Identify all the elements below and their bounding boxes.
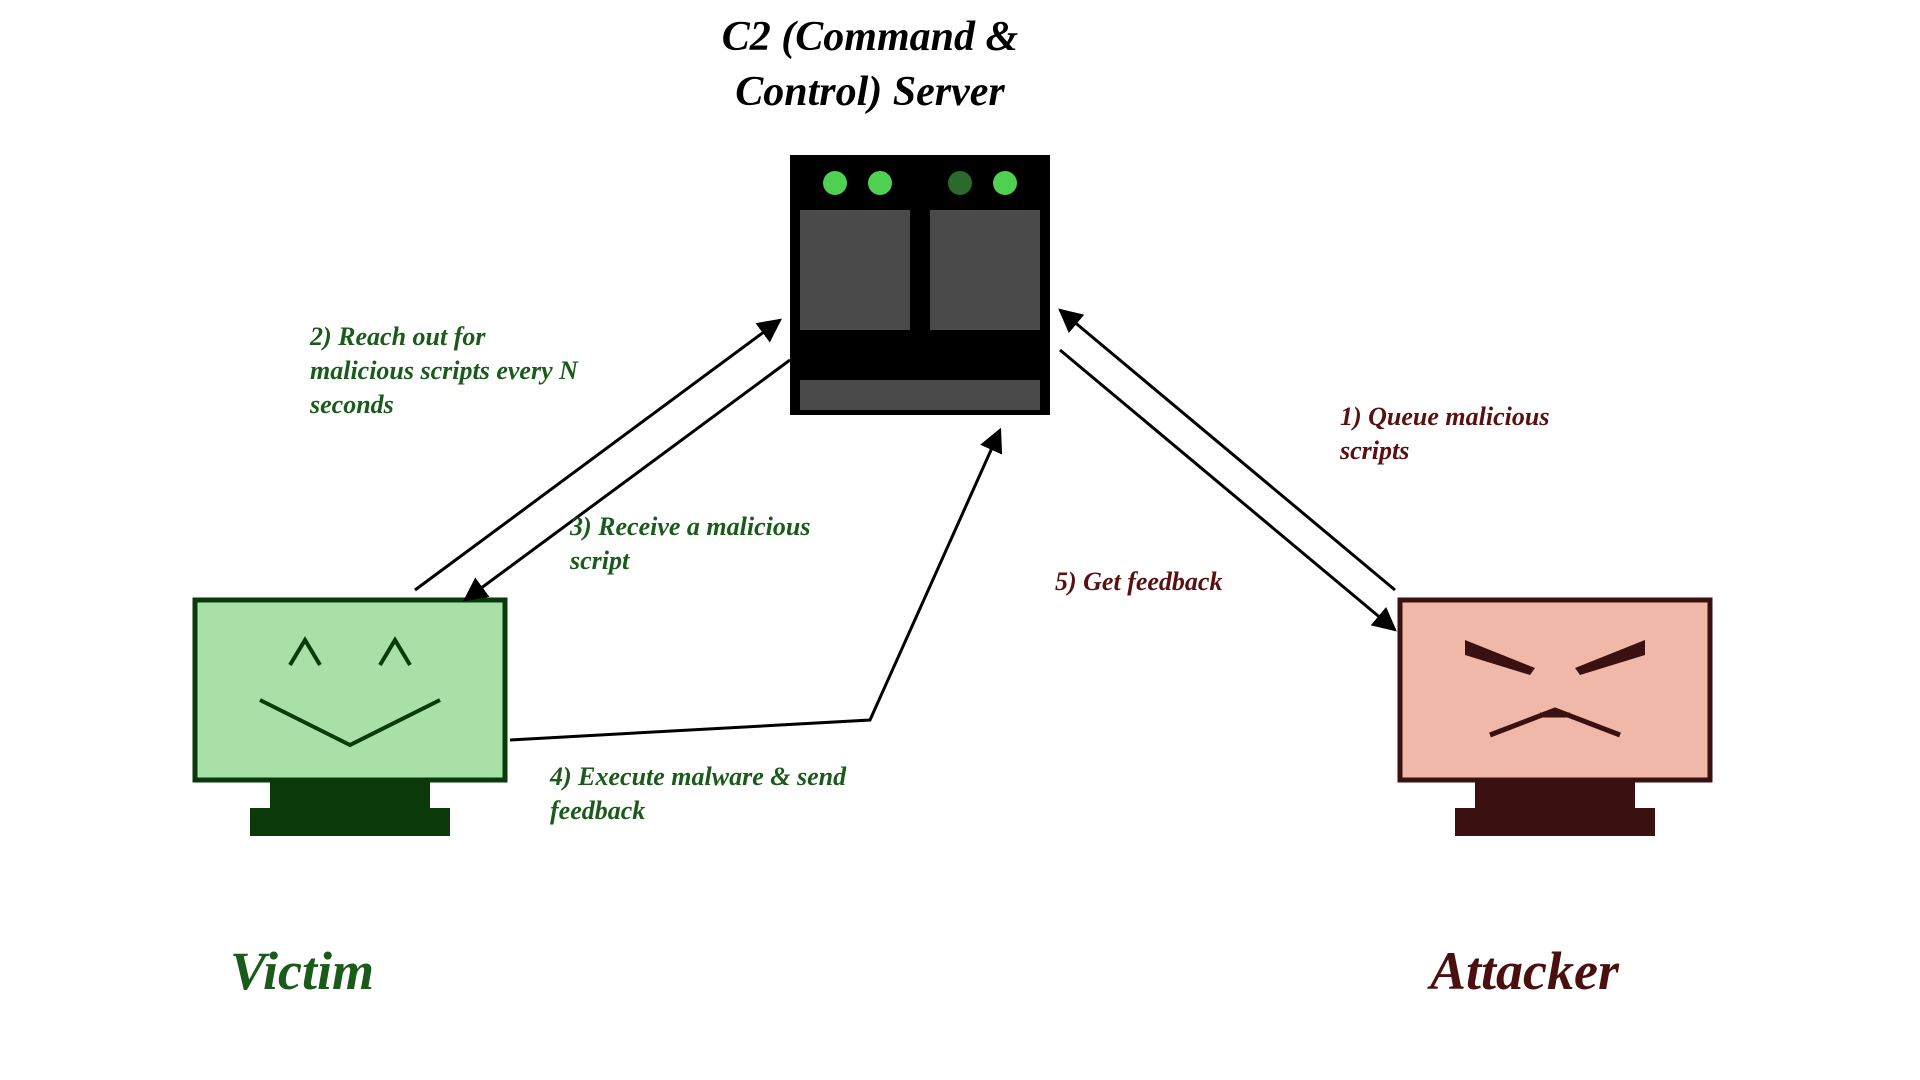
c2-server-icon bbox=[790, 155, 1050, 415]
step-4-label: 4) Execute malware & send feedback bbox=[550, 760, 890, 828]
server-title-line1: C2 (Command & bbox=[722, 14, 1018, 60]
arrow-step-4 bbox=[510, 430, 1000, 740]
server-title: C2 (Command & Control) Server bbox=[640, 10, 1100, 119]
server-title-line2: Control) Server bbox=[735, 69, 1005, 115]
step-2-label: 2) Reach out for malicious scripts every… bbox=[310, 320, 590, 421]
c2-diagram bbox=[0, 0, 1920, 1080]
step-1-label: 1) Queue malicious scripts bbox=[1340, 400, 1600, 468]
step-5-label: 5) Get feedback bbox=[1055, 565, 1315, 599]
step-3-label: 3) Receive a malicious script bbox=[570, 510, 830, 578]
attacker-label: Attacker bbox=[1430, 940, 1619, 1002]
attacker-monitor-icon bbox=[1400, 600, 1710, 836]
victim-label: Victim bbox=[230, 940, 374, 1002]
victim-monitor-icon bbox=[195, 600, 505, 836]
